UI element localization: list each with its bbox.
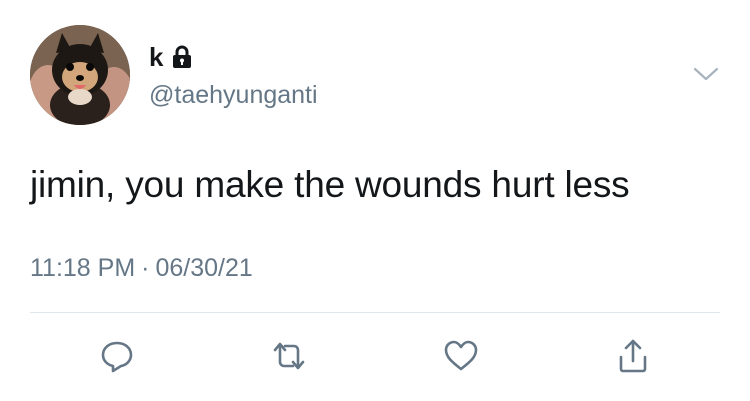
heart-icon bbox=[444, 340, 478, 371]
share-icon bbox=[619, 339, 647, 373]
tweet-text: jimin, you make the wounds hurt less bbox=[30, 164, 630, 205]
display-name[interactable]: k bbox=[149, 42, 164, 72]
tweet-date: 06/30/21 bbox=[155, 254, 253, 282]
name-row: k bbox=[149, 42, 318, 72]
tweet-time: 11:18 PM bbox=[30, 254, 136, 282]
share-button[interactable] bbox=[613, 336, 653, 376]
tweet: k @taehyunganti jimin, you make the woun… bbox=[0, 0, 750, 401]
meta-separator: · bbox=[141, 254, 150, 282]
retweet-button[interactable] bbox=[269, 336, 309, 376]
reply-button[interactable] bbox=[97, 336, 137, 376]
like-button[interactable] bbox=[441, 336, 481, 376]
divider bbox=[30, 312, 720, 313]
reply-icon bbox=[101, 341, 133, 373]
chevron-down-icon[interactable] bbox=[693, 66, 719, 82]
user-info: k @taehyunganti bbox=[149, 42, 318, 110]
avatar[interactable] bbox=[30, 25, 130, 125]
lock-icon bbox=[172, 45, 192, 69]
avatar-image bbox=[30, 25, 130, 125]
user-handle[interactable]: @taehyunganti bbox=[149, 80, 318, 110]
retweet-icon bbox=[273, 342, 305, 370]
tweet-timestamp[interactable]: 11:18 PM · 06/30/21 bbox=[30, 253, 253, 283]
